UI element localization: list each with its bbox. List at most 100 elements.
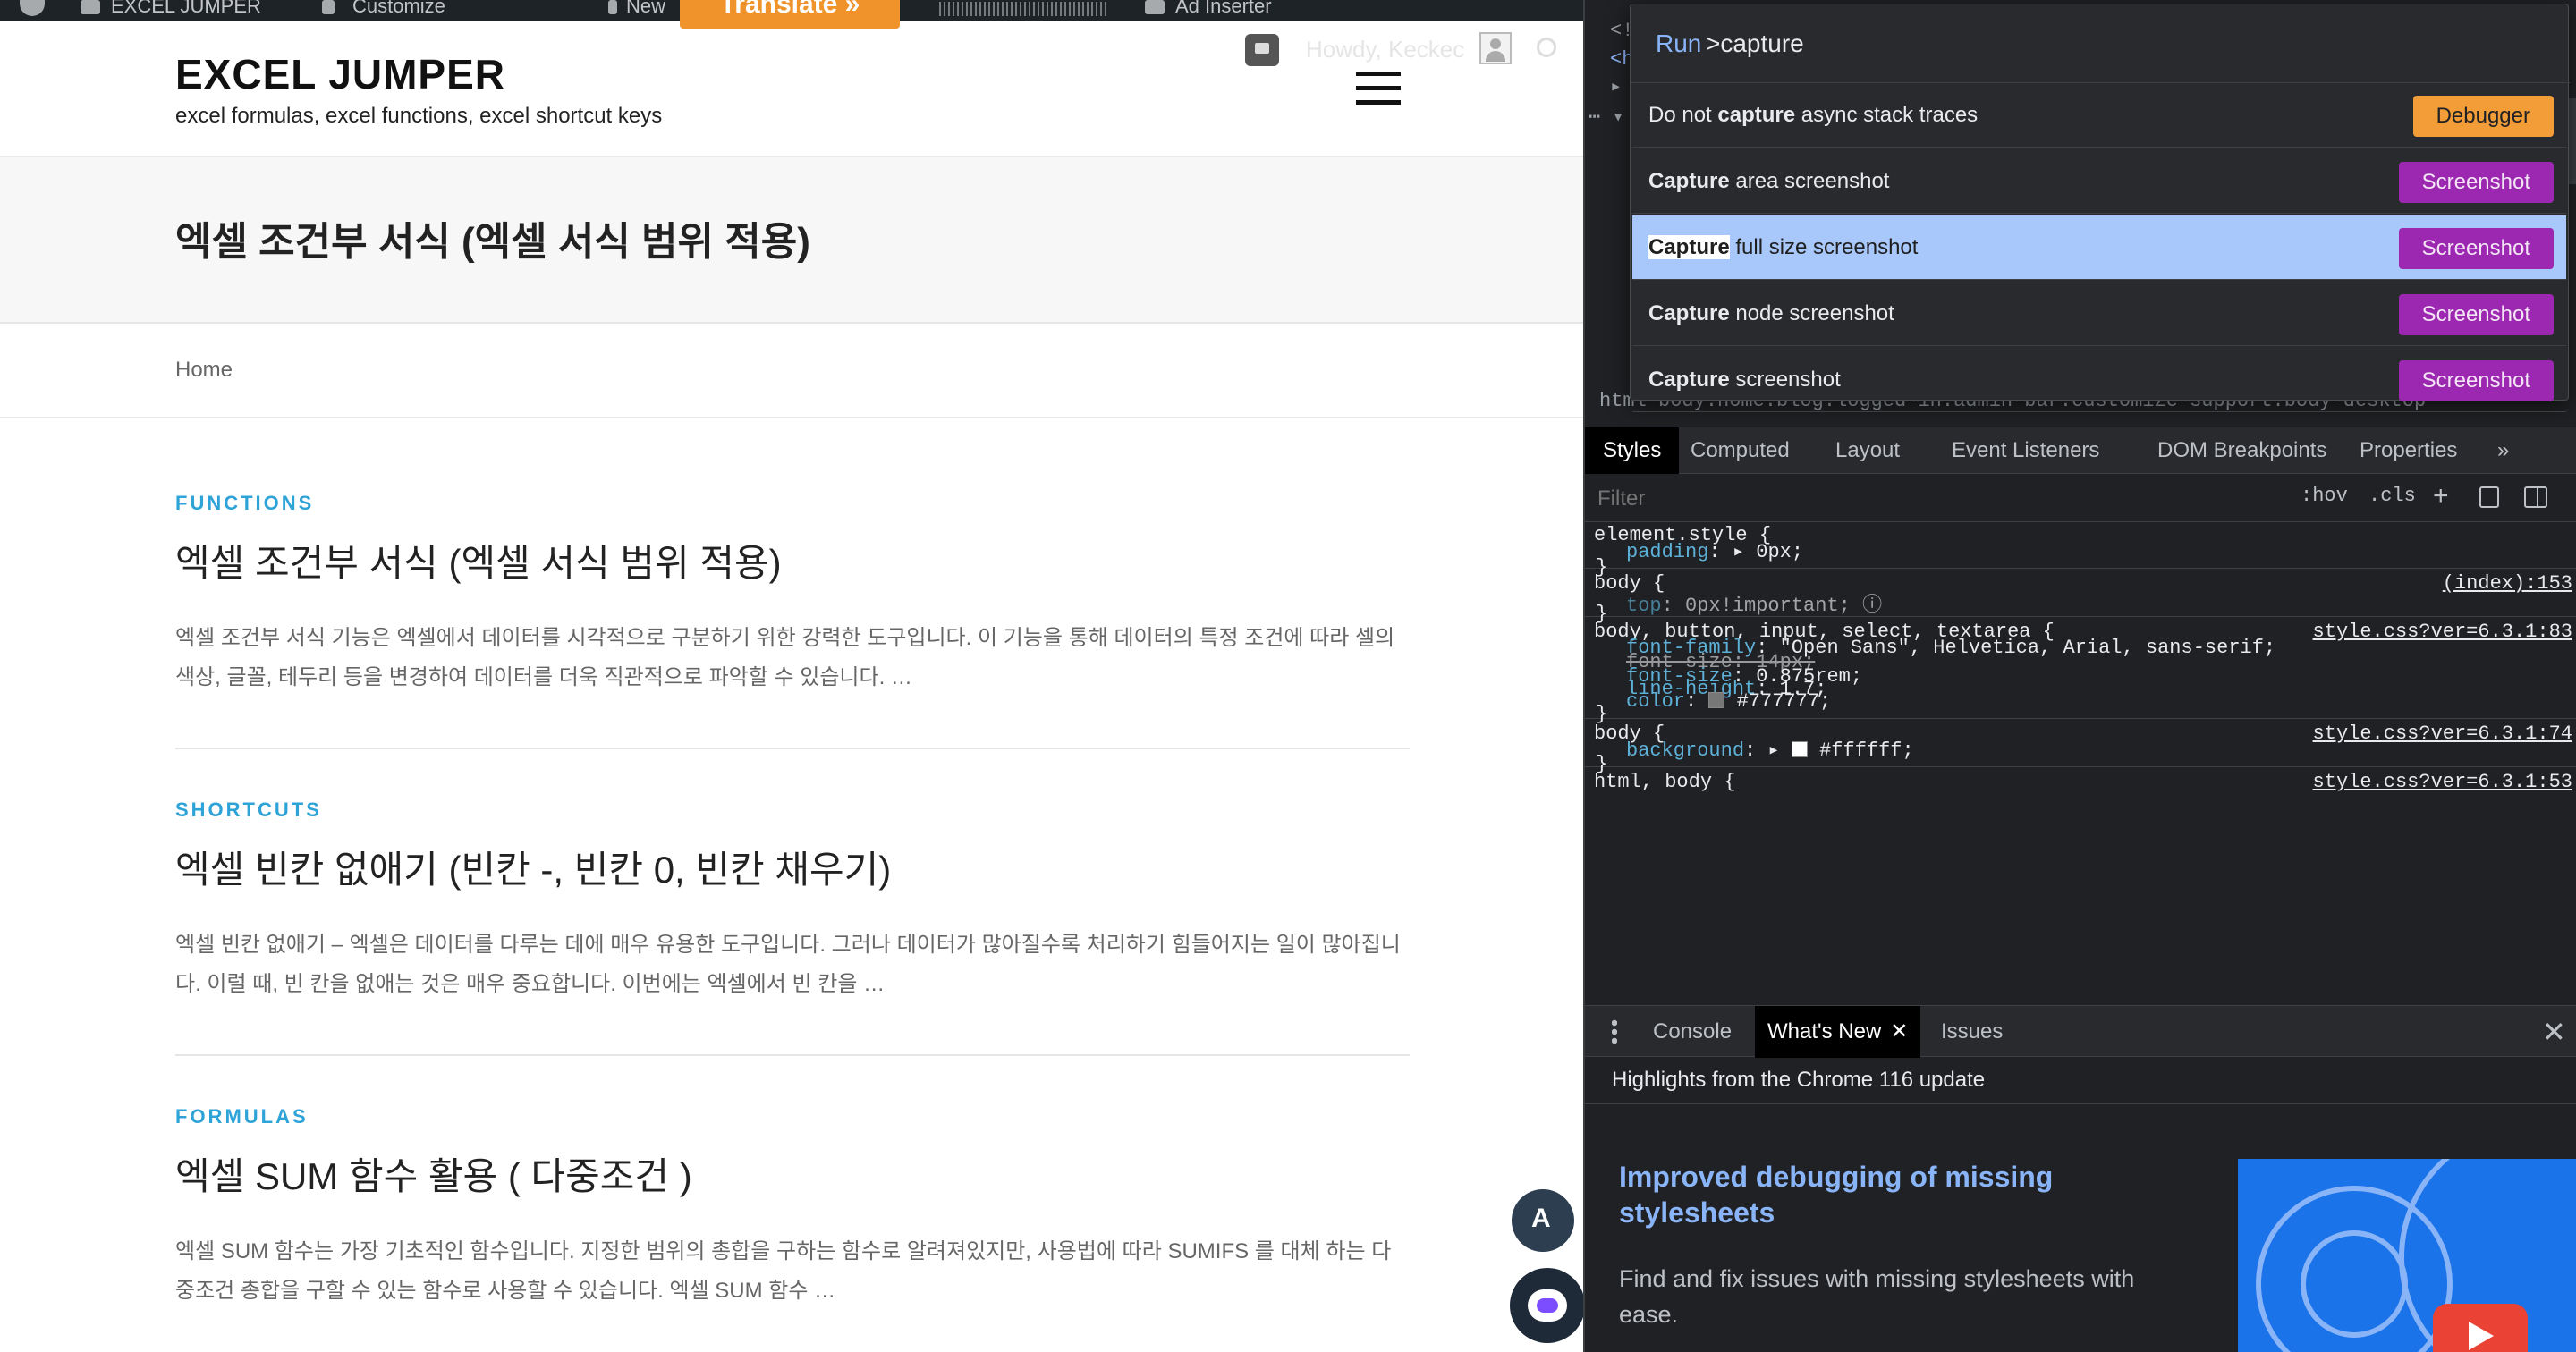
whats-new-highlights: Highlights from the Chrome 116 update: [1612, 1068, 1986, 1092]
css-property[interactable]: color: [1626, 690, 1685, 713]
search-icon[interactable]: [1537, 38, 1556, 57]
rule-selector[interactable]: html, body {: [1594, 771, 1735, 793]
close-tab-icon[interactable]: ✕: [1890, 1019, 1908, 1044]
style-rule: body { style.css?ver=6.3.1:74 background…: [1585, 721, 2576, 775]
css-value[interactable]: 0px!important;: [1685, 595, 1851, 617]
css-value[interactable]: #777777;: [1737, 690, 1832, 713]
tab-event-listeners[interactable]: Event Listeners: [1934, 427, 2117, 474]
post-title[interactable]: 엑셀 빈칸 없애기 (빈칸 -, 빈칸 0, 빈칸 채우기): [175, 840, 891, 894]
plus-icon: [608, 0, 617, 14]
youtube-play-icon[interactable]: [2433, 1304, 2528, 1352]
whats-new-description: Find and fix issues with missing stylesh…: [1619, 1265, 2135, 1328]
chatbot-fab-icon[interactable]: [1510, 1268, 1583, 1343]
admin-bar-new[interactable]: New: [626, 0, 665, 18]
css-value[interactable]: "Open Sans", Helvetica, Arial, sans-seri…: [1780, 637, 2276, 659]
command-menu-input[interactable]: Run >capture: [1631, 4, 2570, 83]
info-icon[interactable]: ⓘ: [1862, 595, 1882, 617]
command-item-label: Capture node screenshot: [1648, 301, 1894, 325]
tab-whats-new[interactable]: What's New ✕: [1755, 1006, 1921, 1058]
post-excerpt: 엑셀 빈칸 없애기 – 엑셀은 데이터를 다루는 데에 매우 유용한 도구입니다…: [175, 933, 1401, 996]
toggle-sidebar-icon[interactable]: [2524, 486, 2547, 508]
paint-icon[interactable]: [2479, 486, 2499, 508]
tab-layout[interactable]: Layout: [1818, 427, 1918, 474]
command-item[interactable]: Capture node screenshot Screenshot: [1632, 282, 2566, 346]
brush-icon: [322, 0, 335, 14]
admin-bar-site-name[interactable]: EXCEL JUMPER: [111, 0, 261, 18]
whats-new-video-thumbnail[interactable]: [2238, 1159, 2576, 1352]
command-item-label: Capture area screenshot: [1648, 169, 1890, 193]
new-rule-icon[interactable]: +: [2433, 483, 2449, 510]
comment-icon[interactable]: [1245, 34, 1279, 66]
cls-toggle[interactable]: .cls: [2368, 485, 2416, 507]
breadcrumb-home-link[interactable]: Home: [175, 358, 233, 383]
styles-rules: element.style { padding: ▸ 0px; } body {…: [1585, 522, 2576, 1005]
tab-label: What's New: [1767, 1019, 1882, 1044]
command-category-badge: Screenshot: [2398, 162, 2554, 203]
rule-source-link[interactable]: style.css?ver=6.3.1:83: [2313, 621, 2572, 643]
tab-styles[interactable]: Styles: [1585, 427, 1680, 474]
post-category[interactable]: FUNCTIONS: [175, 492, 314, 515]
home-icon: [80, 0, 100, 14]
close-drawer-icon[interactable]: ✕: [2542, 1015, 2566, 1049]
more-options-icon[interactable]: [1612, 1018, 1617, 1044]
color-swatch[interactable]: [1791, 741, 1808, 757]
translate-fab-icon[interactable]: [1512, 1189, 1574, 1252]
tabs-overflow-icon[interactable]: »: [2479, 427, 2527, 474]
style-rule: body, button, input, select, textarea { …: [1585, 619, 2576, 725]
css-value[interactable]: ▸ 0px;: [1733, 541, 1803, 563]
command-category-badge: Debugger: [2412, 96, 2554, 137]
site-title[interactable]: EXCEL JUMPER: [175, 50, 505, 98]
css-value[interactable]: #ffffff;: [1819, 739, 1914, 762]
command-item[interactable]: Capture area screenshot Screenshot: [1632, 149, 2566, 214]
breadcrumb: Home: [0, 325, 1583, 418]
post-divider: [175, 748, 1410, 749]
command-category-badge: Screenshot: [2398, 360, 2554, 401]
post-title[interactable]: 엑셀 조건부 서식 (엑셀 서식 범위 적용): [175, 533, 782, 587]
rule-source-link[interactable]: (index):153: [2443, 572, 2572, 595]
whats-new-title[interactable]: Improved debugging of missing stylesheet…: [1619, 1159, 2120, 1230]
page-title-band: 엑셀 조건부 서식 (엑셀 서식 범위 적용): [0, 157, 1583, 324]
css-property[interactable]: background: [1626, 739, 1744, 762]
color-swatch[interactable]: [1708, 692, 1725, 708]
styles-filter-bar: :hov .cls +: [1585, 474, 2576, 522]
audio-waveform: [939, 2, 1109, 16]
post-title[interactable]: 엑셀 SUM 함수 활용 ( 다중조건 ): [175, 1146, 692, 1201]
admin-bar-ad-inserter[interactable]: Ad Inserter: [1175, 0, 1272, 18]
rule-source-link[interactable]: style.css?ver=6.3.1:74: [2313, 722, 2572, 745]
command-item-label: Do not capture async stack traces: [1648, 103, 1979, 127]
tab-computed[interactable]: Computed: [1673, 427, 1808, 474]
tab-issues[interactable]: Issues: [1928, 1006, 2015, 1058]
command-item-label: Capture screenshot: [1648, 368, 1841, 392]
hov-toggle[interactable]: :hov: [2301, 485, 2348, 507]
post-category[interactable]: SHORTCUTS: [175, 799, 322, 822]
command-item[interactable]: Capture full size screenshot Screenshot: [1632, 215, 2566, 280]
post-excerpt: 엑셀 SUM 함수는 가장 기초적인 함수입니다. 지정한 범위의 총합을 구하…: [175, 1239, 1392, 1303]
howdy-user[interactable]: Howdy, Keckec: [1306, 36, 1464, 63]
css-property[interactable]: top: [1626, 595, 1662, 617]
styles-filter-input[interactable]: [1597, 483, 2286, 515]
css-property[interactable]: padding: [1626, 541, 1708, 563]
post-category[interactable]: FORMULAS: [175, 1105, 309, 1128]
wordpress-logo-icon[interactable]: [20, 0, 45, 16]
site-header: EXCEL JUMPER excel formulas, excel funct…: [0, 21, 1583, 157]
tab-properties[interactable]: Properties: [2342, 427, 2475, 474]
tab-console[interactable]: Console: [1640, 1006, 1744, 1058]
admin-bar-customize[interactable]: Customize: [352, 0, 445, 18]
dom-node-fragment[interactable]: ⋯ ▾: [1589, 106, 1624, 129]
site-tagline: excel formulas, excel functions, excel s…: [175, 104, 663, 128]
dom-node-fragment[interactable]: ▸: [1610, 75, 1622, 98]
tab-dom-breakpoints[interactable]: DOM Breakpoints: [2140, 427, 2344, 474]
menu-icon[interactable]: [1356, 72, 1401, 106]
command-item[interactable]: Capture screenshot Screenshot: [1632, 348, 2566, 412]
style-rule: body { (index):153 top: 0px!important; ⓘ…: [1585, 570, 2576, 625]
command-query[interactable]: >capture: [1706, 30, 1804, 58]
command-item[interactable]: Do not capture async stack traces Debugge…: [1632, 83, 2566, 148]
command-category-badge: Screenshot: [2398, 228, 2554, 269]
page-title: 엑셀 조건부 서식 (엑셀 서식 범위 적용): [175, 220, 810, 264]
styles-pane-tabs: Styles Computed Layout Event Listeners D…: [1585, 427, 2576, 474]
command-menu: Run >capture Do not capture async stack …: [1630, 4, 2570, 412]
avatar[interactable]: [1479, 32, 1512, 64]
ad-inserter-icon: [1145, 0, 1165, 14]
style-rule: html, body { style.css?ver=6.3.1:53: [1585, 769, 2576, 805]
rule-source-link[interactable]: style.css?ver=6.3.1:53: [2313, 771, 2572, 793]
